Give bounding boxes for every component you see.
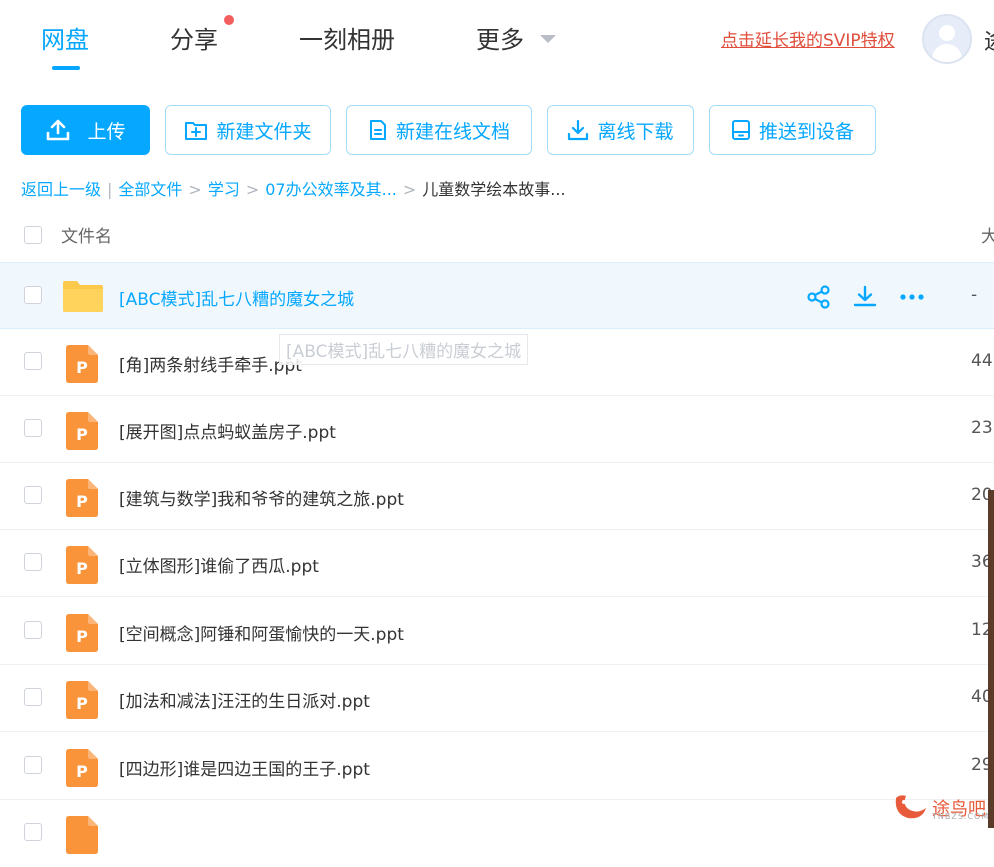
table-row[interactable]: P [四边形]谁是四边王国的王子.ppt 29. xyxy=(0,733,994,800)
file-size: 23. xyxy=(971,418,994,438)
offline-download-label: 离线下载 xyxy=(597,120,674,143)
new-folder-button[interactable]: 新建文件夹 xyxy=(165,105,331,155)
breadcrumb-study[interactable]: 学习 xyxy=(208,180,240,199)
upload-button[interactable]: 上传 xyxy=(21,105,150,155)
breadcrumb: 返回上一级 | 全部文件 > 学习 >07办公效率及其... > 儿童数学绘本故事... xyxy=(21,176,572,200)
chevron-down-icon[interactable] xyxy=(540,35,556,43)
breadcrumb-divider: | xyxy=(107,180,113,199)
table-row[interactable]: P [建筑与数学]我和爷爷的建筑之旅.ppt 20. xyxy=(0,463,994,530)
device-icon xyxy=(731,119,751,141)
ppt-file-icon: P xyxy=(66,345,98,387)
filename-tooltip: [ABC模式]乱七八糟的魔女之城 xyxy=(279,334,529,365)
site-watermark: 途鸟吧 TNBZS.COM xyxy=(892,790,990,826)
row-checkbox[interactable] xyxy=(24,621,42,639)
file-name[interactable]: [立体图形]谁偷了西瓜.ppt xyxy=(119,552,319,577)
more-icon[interactable] xyxy=(898,284,926,314)
ppt-letter: P xyxy=(76,425,88,444)
ppt-file-icon: P xyxy=(66,412,98,454)
download-icon[interactable] xyxy=(852,284,878,314)
push-device-button[interactable]: 推送到设备 xyxy=(709,105,876,155)
document-icon xyxy=(368,119,388,141)
breadcrumb-sep: > xyxy=(402,180,417,199)
back-link[interactable]: 返回上一级 xyxy=(21,180,101,199)
svip-extend-link[interactable]: 点击延长我的SVIP特权 xyxy=(721,26,895,51)
background-image-edge xyxy=(988,490,994,828)
table-row[interactable]: P [加法和减法]汪汪的生日派对.ppt 40. xyxy=(0,665,994,732)
column-header-size[interactable]: 大 xyxy=(981,222,994,247)
ppt-file-icon: P xyxy=(66,479,98,521)
file-name[interactable]: [角]两条射线手牵手.ppt xyxy=(119,351,302,376)
download-icon xyxy=(567,119,589,141)
avatar-body xyxy=(932,44,962,62)
ppt-file-icon: P xyxy=(66,546,98,588)
file-name[interactable]: [ABC模式]乱七八糟的魔女之城 xyxy=(119,285,354,310)
avatar[interactable] xyxy=(922,14,972,64)
file-size: 44. xyxy=(971,351,994,371)
row-actions xyxy=(806,284,926,314)
tab-more[interactable]: 更多 xyxy=(476,20,524,55)
new-folder-label: 新建文件夹 xyxy=(216,120,312,143)
tab-netdisk[interactable]: 网盘 xyxy=(41,20,89,55)
row-checkbox[interactable] xyxy=(24,756,42,774)
active-tab-indicator xyxy=(52,66,80,70)
upload-icon xyxy=(45,118,71,142)
row-checkbox[interactable] xyxy=(24,823,42,841)
ppt-file-icon: P xyxy=(66,681,98,723)
file-name[interactable]: [加法和减法]汪汪的生日派对.ppt xyxy=(119,687,370,712)
upload-label: 上传 xyxy=(87,120,126,143)
ppt-file-icon: P xyxy=(66,614,98,656)
ppt-letter: P xyxy=(76,694,88,713)
table-row[interactable]: P [空间概念]阿锤和阿蛋愉快的一天.ppt 12 xyxy=(0,598,994,665)
offline-download-button[interactable]: 离线下载 xyxy=(547,105,694,155)
row-checkbox[interactable] xyxy=(24,419,42,437)
ppt-file-icon xyxy=(66,816,98,858)
file-size: - xyxy=(971,285,978,305)
user-name[interactable]: 途 xyxy=(984,24,994,56)
file-name[interactable]: [空间概念]阿锤和阿蛋愉快的一天.ppt xyxy=(119,620,404,645)
row-checkbox[interactable] xyxy=(24,286,42,304)
new-doc-button[interactable]: 新建在线文档 xyxy=(346,105,532,155)
tab-album[interactable]: 一刻相册 xyxy=(299,20,395,55)
top-nav: 网盘 分享 一刻相册 更多 点击延长我的SVIP特权 途 xyxy=(0,0,994,84)
ppt-letter: P xyxy=(76,492,88,511)
breadcrumb-all-files[interactable]: 全部文件 xyxy=(118,180,182,199)
push-device-label: 推送到设备 xyxy=(758,120,854,143)
row-checkbox[interactable] xyxy=(24,352,42,370)
column-header-name[interactable]: 文件名 xyxy=(61,222,112,247)
file-name[interactable]: [四边形]谁是四边王国的王子.ppt xyxy=(119,755,370,780)
ppt-file-icon: P xyxy=(66,749,98,791)
ppt-letter: P xyxy=(76,627,88,646)
ppt-letter: P xyxy=(76,559,88,578)
breadcrumb-sep: > xyxy=(188,180,202,199)
breadcrumb-current: 儿童数学绘本故事... xyxy=(422,180,566,199)
ppt-letter: P xyxy=(76,762,88,781)
folder-icon xyxy=(62,279,104,317)
new-folder-icon xyxy=(184,119,208,141)
watermark-subtext: TNBZS.COM xyxy=(932,812,990,821)
select-all-checkbox[interactable] xyxy=(24,226,42,244)
share-icon[interactable] xyxy=(806,284,832,314)
breadcrumb-sep: > xyxy=(245,180,260,199)
row-checkbox[interactable] xyxy=(24,553,42,571)
row-checkbox[interactable] xyxy=(24,486,42,504)
tab-share[interactable]: 分享 xyxy=(170,20,218,55)
table-row[interactable]: [ABC模式]乱七八糟的魔女之城 - xyxy=(0,262,994,329)
file-name[interactable]: [建筑与数学]我和爷爷的建筑之旅.ppt xyxy=(119,485,404,510)
file-name[interactable]: [展开图]点点蚂蚁盖房子.ppt xyxy=(119,418,336,443)
table-row[interactable]: P [展开图]点点蚂蚁盖房子.ppt 23. xyxy=(0,396,994,463)
breadcrumb-office[interactable]: 07办公效率及其... xyxy=(265,180,397,199)
table-row[interactable] xyxy=(0,800,994,867)
bird-logo-icon xyxy=(892,790,928,826)
new-doc-label: 新建在线文档 xyxy=(395,120,510,143)
table-row[interactable]: P [立体图形]谁偷了西瓜.ppt 36. xyxy=(0,530,994,597)
avatar-head xyxy=(939,25,955,41)
row-checkbox[interactable] xyxy=(24,688,42,706)
notification-dot xyxy=(224,15,234,25)
ppt-letter: P xyxy=(76,358,88,377)
